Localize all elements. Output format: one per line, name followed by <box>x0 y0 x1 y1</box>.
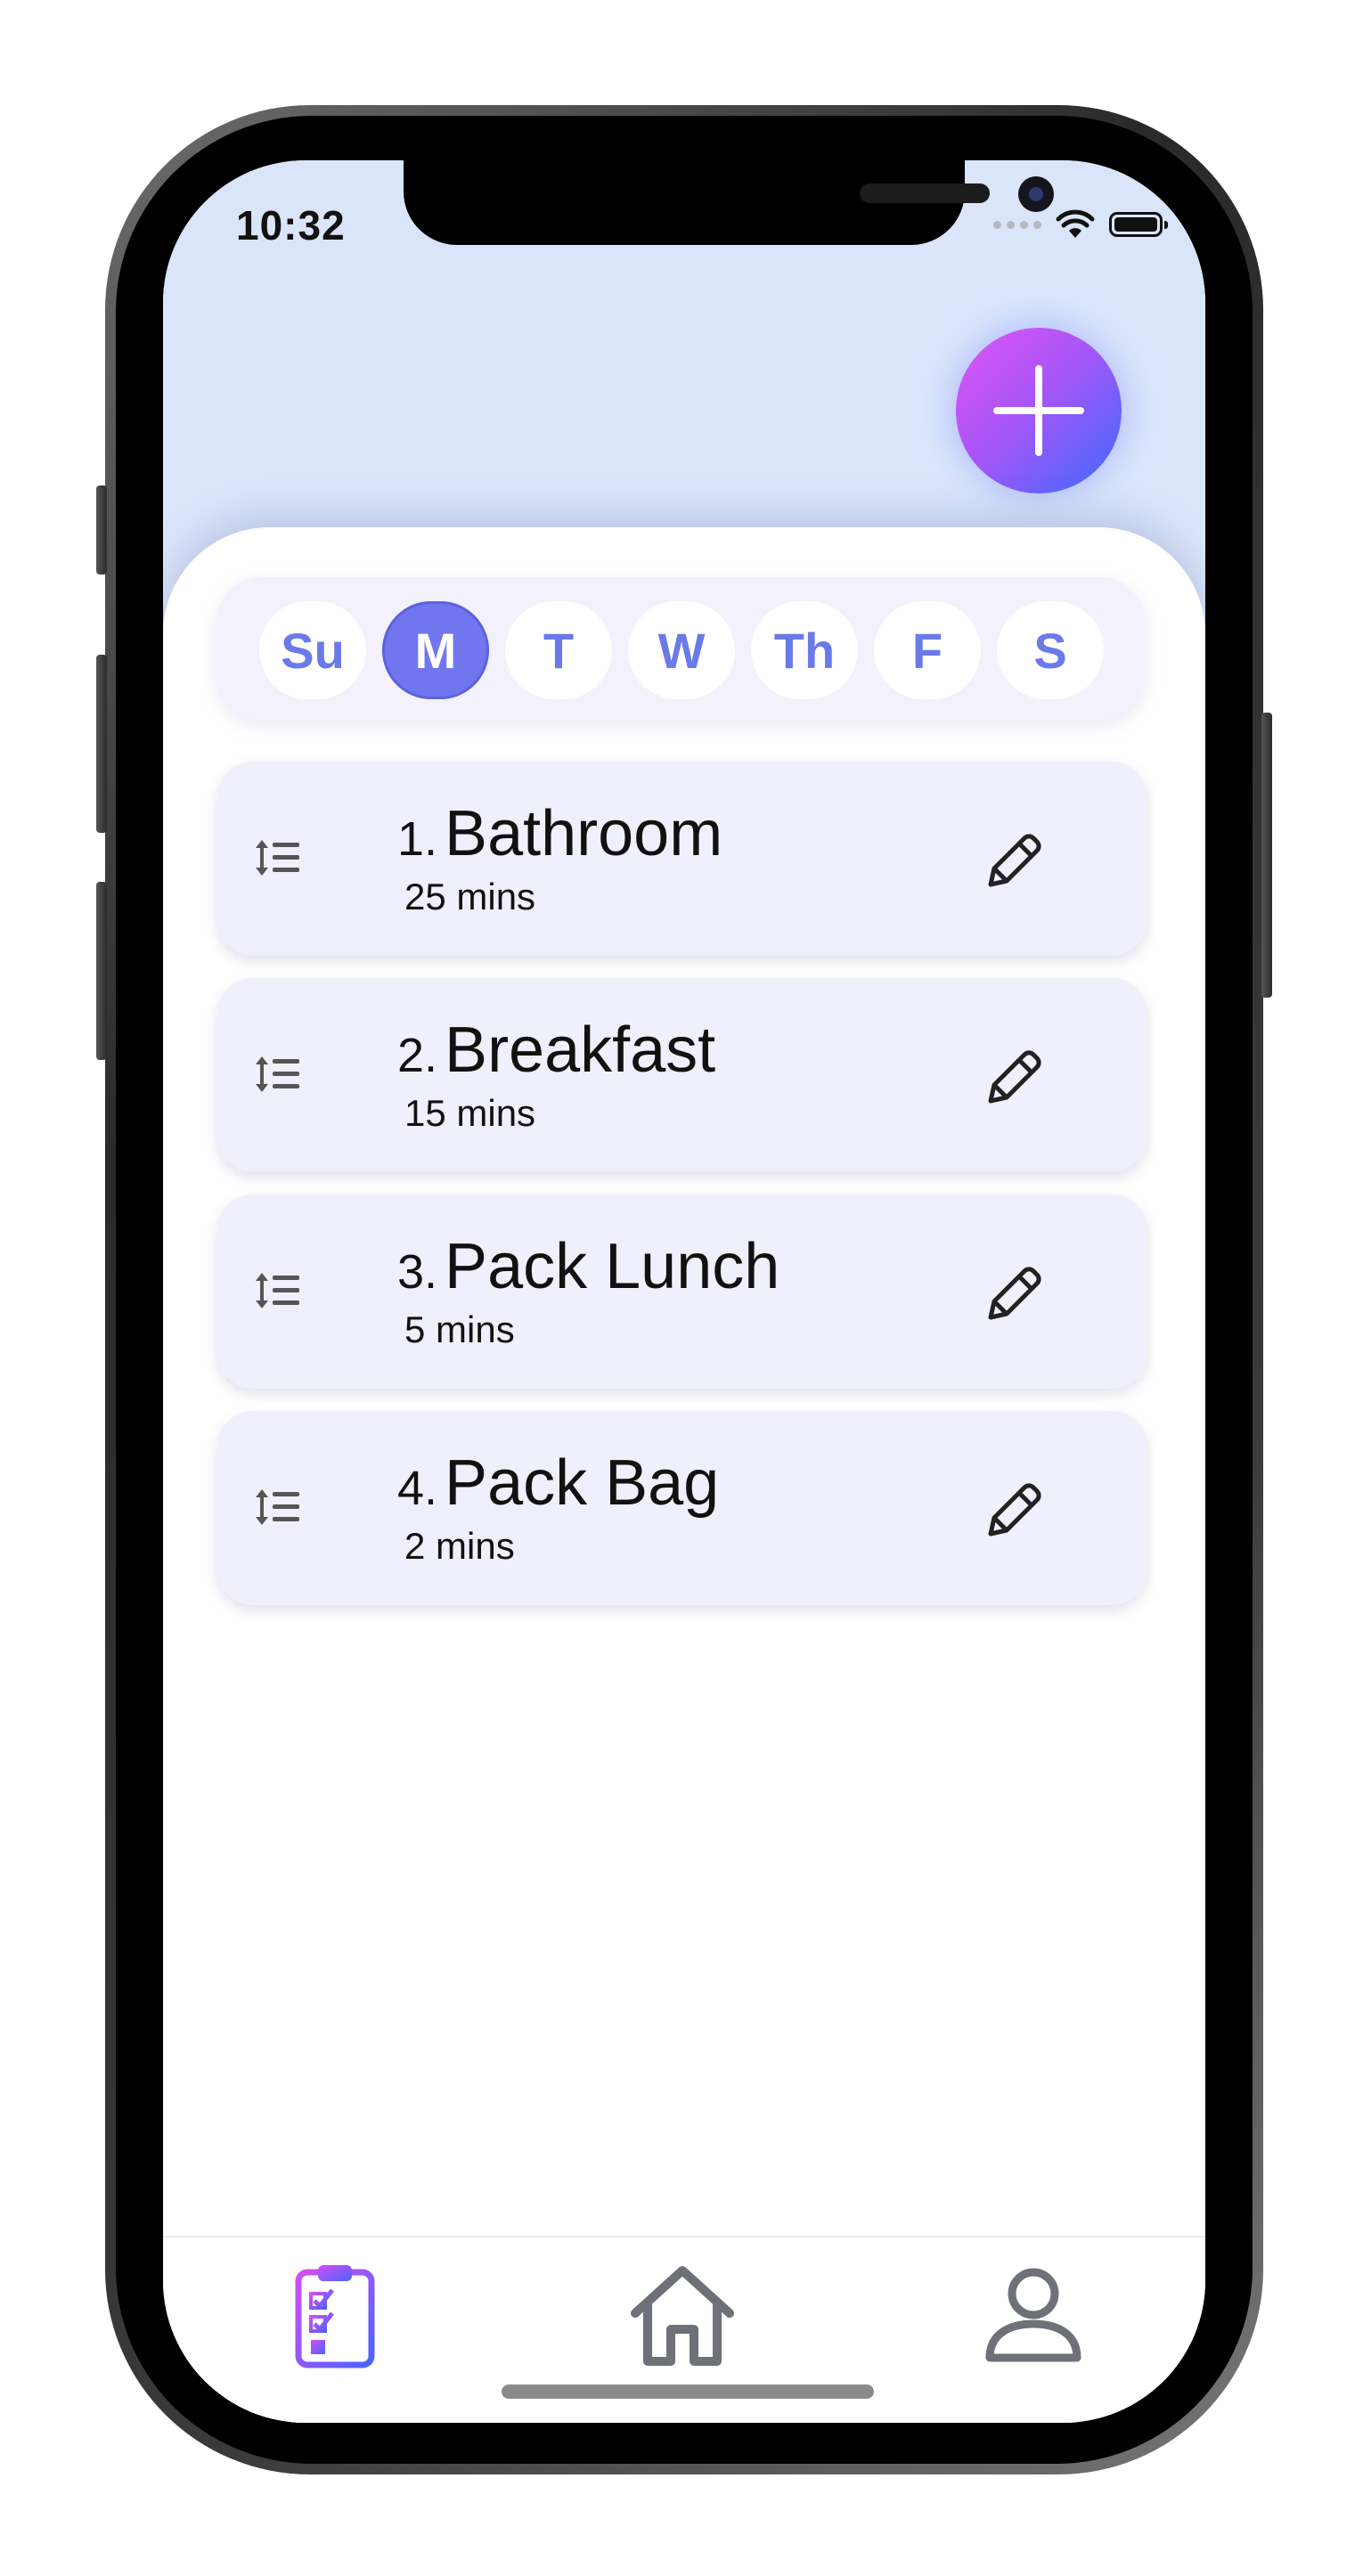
task-name: Breakfast <box>445 1015 716 1086</box>
task-duration: 5 mins <box>404 1308 515 1350</box>
task-title: 4. Pack Bag <box>397 1447 719 1520</box>
notch <box>404 160 1054 245</box>
day-wednesday[interactable]: W <box>628 601 735 699</box>
task-card[interactable]: 3. Pack Lunch 5 mins <box>217 1194 1147 1389</box>
volume-up-button <box>96 655 107 833</box>
add-task-button[interactable] <box>956 328 1122 493</box>
status-indicators <box>993 207 1168 242</box>
task-index: 1. <box>397 812 438 866</box>
pencil-icon[interactable] <box>978 1259 1049 1330</box>
day-tuesday[interactable]: T <box>505 601 612 699</box>
day-monday[interactable]: M <box>382 601 489 699</box>
profile-icon[interactable] <box>975 2258 1091 2374</box>
reorder-handle-icon[interactable] <box>253 833 303 883</box>
pencil-icon[interactable] <box>978 1475 1049 1546</box>
task-duration: 25 mins <box>404 876 536 917</box>
day-friday[interactable]: F <box>874 601 981 699</box>
reorder-handle-icon[interactable] <box>253 1049 303 1099</box>
day-thursday[interactable]: Th <box>751 601 858 699</box>
silent-switch <box>96 485 107 575</box>
day-sunday[interactable]: Su <box>259 601 366 699</box>
task-duration: 2 mins <box>404 1525 515 1567</box>
task-card[interactable]: 1. Bathroom 25 mins <box>217 762 1147 956</box>
home-indicator[interactable] <box>502 2384 874 2399</box>
task-name: Pack Bag <box>445 1447 720 1519</box>
task-title: 2. Breakfast <box>397 1014 715 1087</box>
day-saturday[interactable]: S <box>997 601 1104 699</box>
task-title: 3. Pack Lunch <box>397 1230 779 1303</box>
task-index: 3. <box>397 1245 438 1299</box>
task-index: 2. <box>397 1029 438 1082</box>
speaker-grille <box>860 183 990 203</box>
home-icon[interactable] <box>624 2258 740 2374</box>
task-duration: 15 mins <box>404 1092 536 1134</box>
pencil-icon[interactable] <box>978 826 1049 897</box>
task-name: Bathroom <box>445 798 723 869</box>
volume-down-button <box>96 882 107 1060</box>
task-index: 4. <box>397 1462 438 1515</box>
battery-icon <box>1109 212 1168 237</box>
task-title: 1. Bathroom <box>397 797 722 870</box>
wifi-icon <box>1056 209 1095 238</box>
power-button <box>1261 713 1272 998</box>
plus-icon <box>993 365 1084 456</box>
task-card[interactable]: 2. Breakfast 15 mins <box>217 978 1147 1172</box>
pencil-icon[interactable] <box>978 1042 1049 1113</box>
task-name: Pack Lunch <box>445 1231 780 1302</box>
reorder-handle-icon[interactable] <box>253 1482 303 1532</box>
cellular-signal-icon <box>993 220 1041 229</box>
clipboard-checklist-icon[interactable] <box>277 2258 393 2374</box>
task-card[interactable]: 4. Pack Bag 2 mins <box>217 1411 1147 1605</box>
reorder-handle-icon[interactable] <box>253 1266 303 1316</box>
status-time: 10:32 <box>236 202 346 249</box>
app-screen: 10:32 Su M T W Th F S 1. Bathroom 25 min… <box>163 160 1205 2423</box>
